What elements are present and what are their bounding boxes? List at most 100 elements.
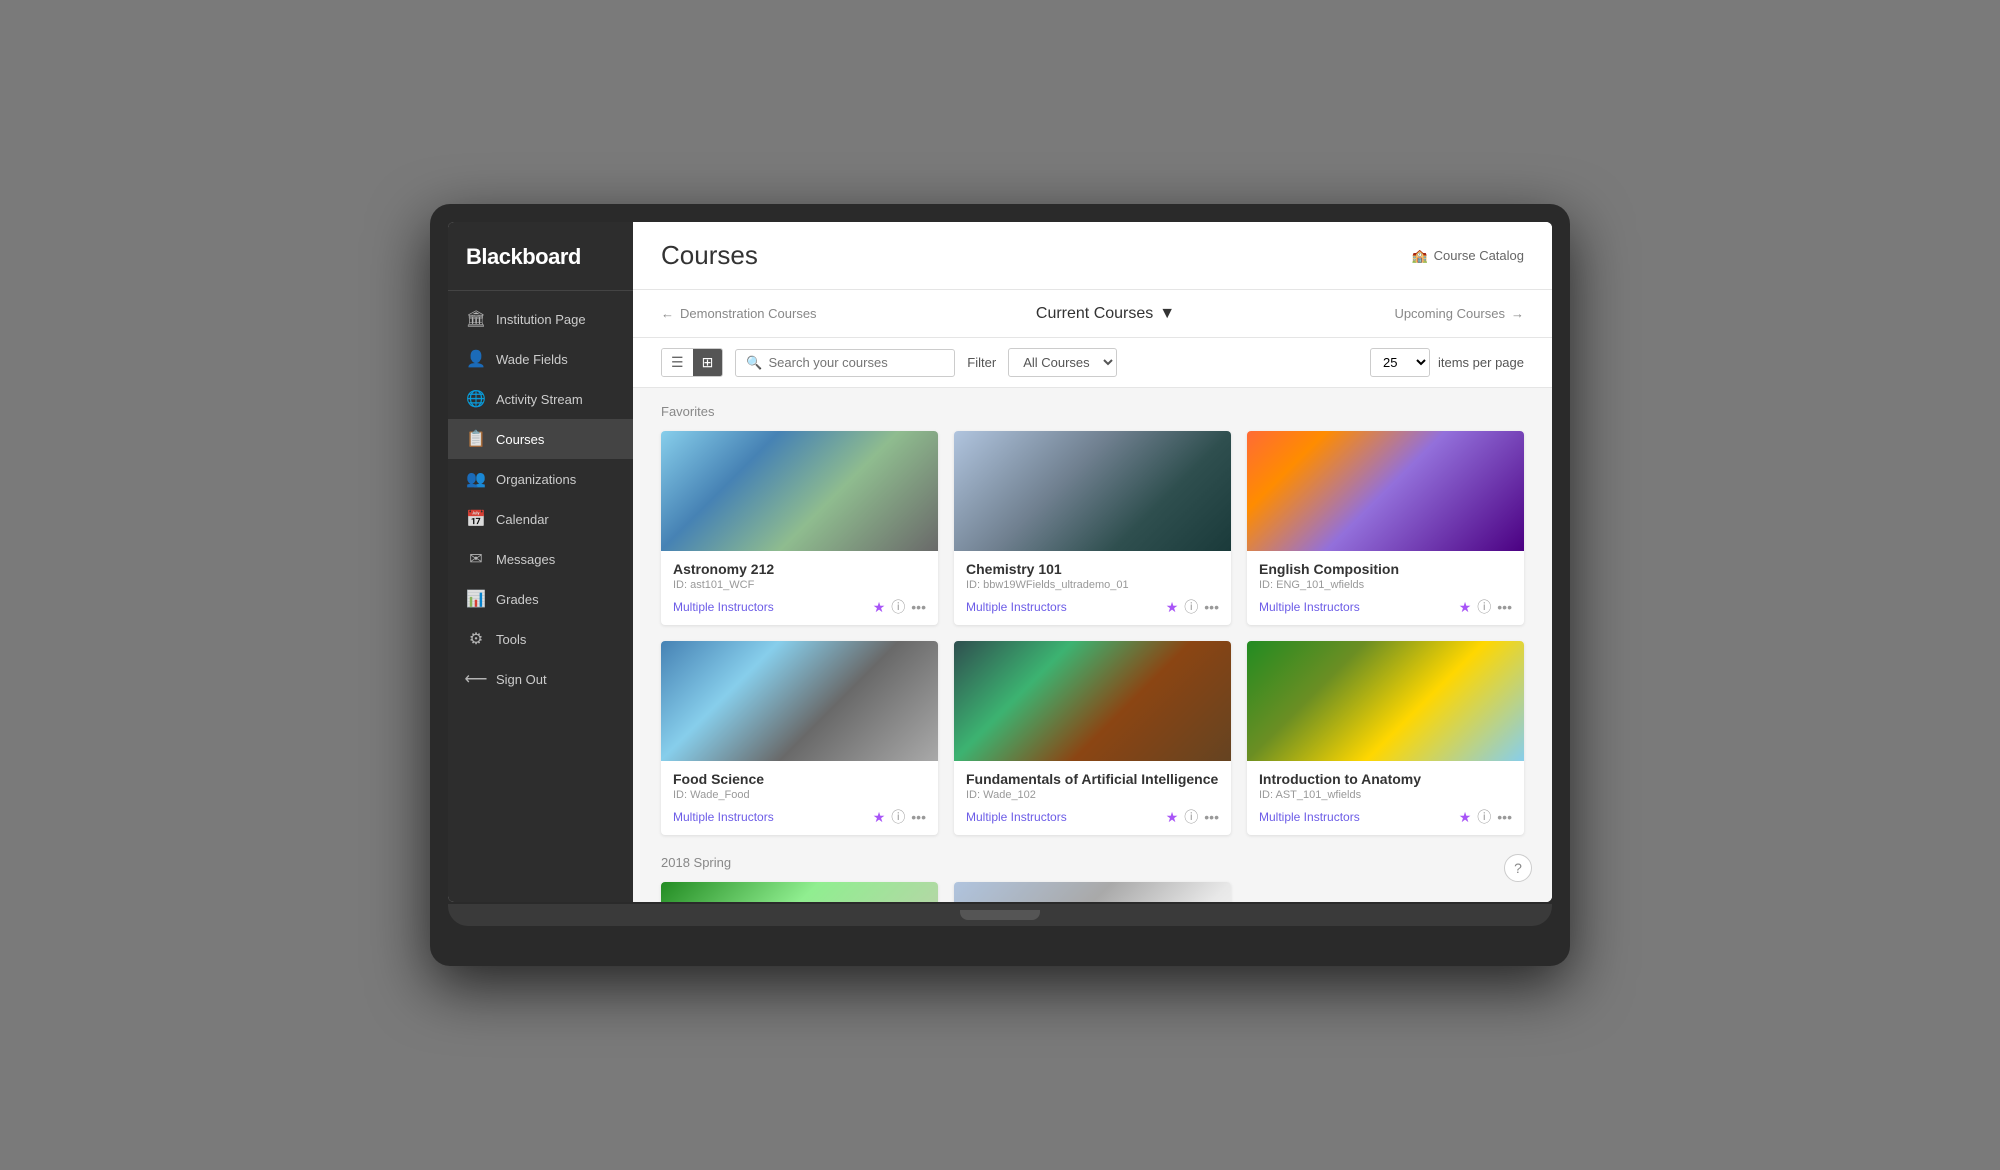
sidebar-item-sign-out[interactable]: ⟵ Sign Out: [448, 659, 633, 699]
course-info: Food Science ID: Wade_Food Multiple Inst…: [661, 761, 938, 835]
instructors-link[interactable]: Multiple Instructors: [966, 600, 1067, 614]
sidebar-item-wade-fields[interactable]: 👤 Wade Fields: [448, 339, 633, 379]
course-card: Astronomy 212 ID: ast101_WCF Multiple In…: [661, 431, 938, 625]
sidebar-item-label: Sign Out: [496, 672, 547, 687]
info-icon[interactable]: ⓘ: [1477, 597, 1491, 617]
main-header: Courses 🏫 Course Catalog: [633, 222, 1552, 290]
tabs-nav: ← Demonstration Courses Current Courses …: [633, 290, 1552, 338]
course-id: ID: ast101_WCF: [673, 579, 926, 591]
view-toggle: ☰ ⊞: [661, 348, 723, 377]
course-card: Food Science ID: Wade_Food Multiple Inst…: [661, 641, 938, 835]
course-footer: Multiple Instructors ★ ⓘ •••: [673, 597, 926, 617]
courses-grid: Spring Course 1 ID: spring_01 Multiple I…: [661, 882, 1524, 902]
course-footer: Multiple Instructors ★ ⓘ •••: [966, 597, 1219, 617]
sidebar-item-tools[interactable]: ⚙ Tools: [448, 619, 633, 659]
course-image: [1247, 431, 1524, 551]
tab-current-label: Current Courses: [1036, 305, 1153, 323]
arrow-right-icon: →: [1511, 306, 1524, 321]
sidebar-item-messages[interactable]: ✉ Messages: [448, 539, 633, 579]
course-catalog-link[interactable]: 🏫 Course Catalog: [1411, 248, 1524, 264]
favorite-icon[interactable]: ★: [873, 599, 886, 616]
favorite-icon[interactable]: ★: [1166, 809, 1179, 826]
more-options-icon[interactable]: •••: [1204, 809, 1219, 825]
items-per-page-label: items per page: [1438, 355, 1524, 370]
filter-select[interactable]: All Courses: [1008, 348, 1117, 377]
more-options-icon[interactable]: •••: [911, 809, 926, 825]
more-options-icon[interactable]: •••: [1497, 809, 1512, 825]
list-view-button[interactable]: ☰: [662, 349, 693, 376]
sidebar-item-institution-page[interactable]: 🏛 Institution Page: [448, 299, 633, 339]
course-info: Introduction to Anatomy ID: AST_101_wfie…: [1247, 761, 1524, 835]
course-actions: ★ ⓘ •••: [873, 807, 926, 827]
sidebar-item-activity-stream[interactable]: 🌐 Activity Stream: [448, 379, 633, 419]
course-card: English Composition ID: ENG_101_wfields …: [1247, 431, 1524, 625]
sidebar-logo: Blackboard: [448, 222, 633, 291]
course-image: [661, 882, 938, 902]
sidebar-item-calendar[interactable]: 📅 Calendar: [448, 499, 633, 539]
tab-current[interactable]: Current Courses ▼: [1036, 305, 1175, 323]
favorite-icon[interactable]: ★: [1459, 599, 1472, 616]
info-icon[interactable]: ⓘ: [891, 597, 905, 617]
courses-grid: Astronomy 212 ID: ast101_WCF Multiple In…: [661, 431, 1524, 835]
tab-next[interactable]: Upcoming Courses →: [1394, 306, 1524, 321]
course-footer: Multiple Instructors ★ ⓘ •••: [673, 807, 926, 827]
help-button[interactable]: ?: [1504, 854, 1532, 882]
course-name: English Composition: [1259, 561, 1512, 577]
instructors-link[interactable]: Multiple Instructors: [1259, 810, 1360, 824]
course-id: ID: AST_101_wfields: [1259, 789, 1512, 801]
more-options-icon[interactable]: •••: [1497, 599, 1512, 615]
search-input[interactable]: [768, 355, 944, 370]
favorite-icon[interactable]: ★: [1166, 599, 1179, 616]
instructors-link[interactable]: Multiple Instructors: [1259, 600, 1360, 614]
course-image: [954, 431, 1231, 551]
sidebar-item-label: Courses: [496, 432, 544, 447]
course-info: Fundamentals of Artificial Intelligence …: [954, 761, 1231, 835]
items-per-page: 25 50 100 items per page: [1370, 348, 1524, 377]
arrow-left-icon: ←: [661, 306, 674, 321]
section-label: 2018 Spring: [661, 855, 1524, 870]
course-footer: Multiple Instructors ★ ⓘ •••: [966, 807, 1219, 827]
tab-prev-label: Demonstration Courses: [680, 306, 817, 321]
tab-next-label: Upcoming Courses: [1394, 306, 1505, 321]
course-name: Fundamentals of Artificial Intelligence: [966, 771, 1219, 787]
course-card: Introduction to Anatomy ID: AST_101_wfie…: [1247, 641, 1524, 835]
favorite-icon[interactable]: ★: [1459, 809, 1472, 826]
sidebar-item-label: Organizations: [496, 472, 576, 487]
items-per-page-select[interactable]: 25 50 100: [1370, 348, 1430, 377]
sidebar-item-organizations[interactable]: 👥 Organizations: [448, 459, 633, 499]
messages-icon: ✉: [466, 549, 486, 569]
wade-fields-icon: 👤: [466, 349, 486, 369]
organizations-icon: 👥: [466, 469, 486, 489]
sidebar-item-courses[interactable]: 📋 Courses: [448, 419, 633, 459]
info-icon[interactable]: ⓘ: [1184, 807, 1198, 827]
search-box: 🔍: [735, 349, 955, 377]
more-options-icon[interactable]: •••: [1204, 599, 1219, 615]
favorite-icon[interactable]: ★: [873, 809, 886, 826]
tab-prev[interactable]: ← Demonstration Courses: [661, 306, 817, 321]
course-footer: Multiple Instructors ★ ⓘ •••: [1259, 597, 1512, 617]
sidebar-item-label: Institution Page: [496, 312, 586, 327]
info-icon[interactable]: ⓘ: [1477, 807, 1491, 827]
course-info: English Composition ID: ENG_101_wfields …: [1247, 551, 1524, 625]
course-actions: ★ ⓘ •••: [873, 597, 926, 617]
instructors-link[interactable]: Multiple Instructors: [673, 600, 774, 614]
section-label: Favorites: [661, 404, 1524, 419]
grid-view-button[interactable]: ⊞: [693, 349, 723, 376]
course-image: [661, 431, 938, 551]
course-section: Favorites Astronomy 212 ID: ast101_WCF M…: [661, 404, 1524, 835]
grades-icon: 📊: [466, 589, 486, 609]
more-options-icon[interactable]: •••: [911, 599, 926, 615]
info-icon[interactable]: ⓘ: [891, 807, 905, 827]
institution-page-icon: 🏛: [466, 309, 486, 329]
course-footer: Multiple Instructors ★ ⓘ •••: [1259, 807, 1512, 827]
course-name: Introduction to Anatomy: [1259, 771, 1512, 787]
toolbar: ☰ ⊞ 🔍 Filter All Courses 25 50 100: [633, 338, 1552, 388]
sidebar-item-label: Activity Stream: [496, 392, 583, 407]
course-id: ID: ENG_101_wfields: [1259, 579, 1512, 591]
sidebar-item-label: Grades: [496, 592, 539, 607]
calendar-icon: 📅: [466, 509, 486, 529]
instructors-link[interactable]: Multiple Instructors: [966, 810, 1067, 824]
sidebar-item-grades[interactable]: 📊 Grades: [448, 579, 633, 619]
instructors-link[interactable]: Multiple Instructors: [673, 810, 774, 824]
info-icon[interactable]: ⓘ: [1184, 597, 1198, 617]
